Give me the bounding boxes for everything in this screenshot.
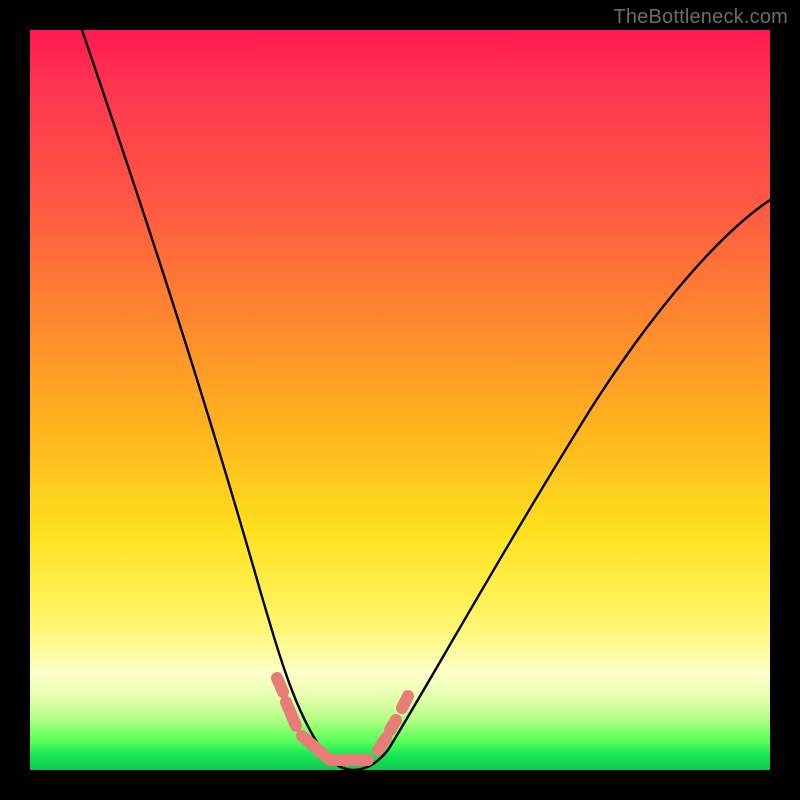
curve-layer: [30, 30, 770, 770]
chart-frame: TheBottleneck.com: [0, 0, 800, 800]
bottleneck-curve: [82, 30, 770, 770]
plot-area: [30, 30, 770, 770]
watermark-text: TheBottleneck.com: [613, 6, 788, 29]
